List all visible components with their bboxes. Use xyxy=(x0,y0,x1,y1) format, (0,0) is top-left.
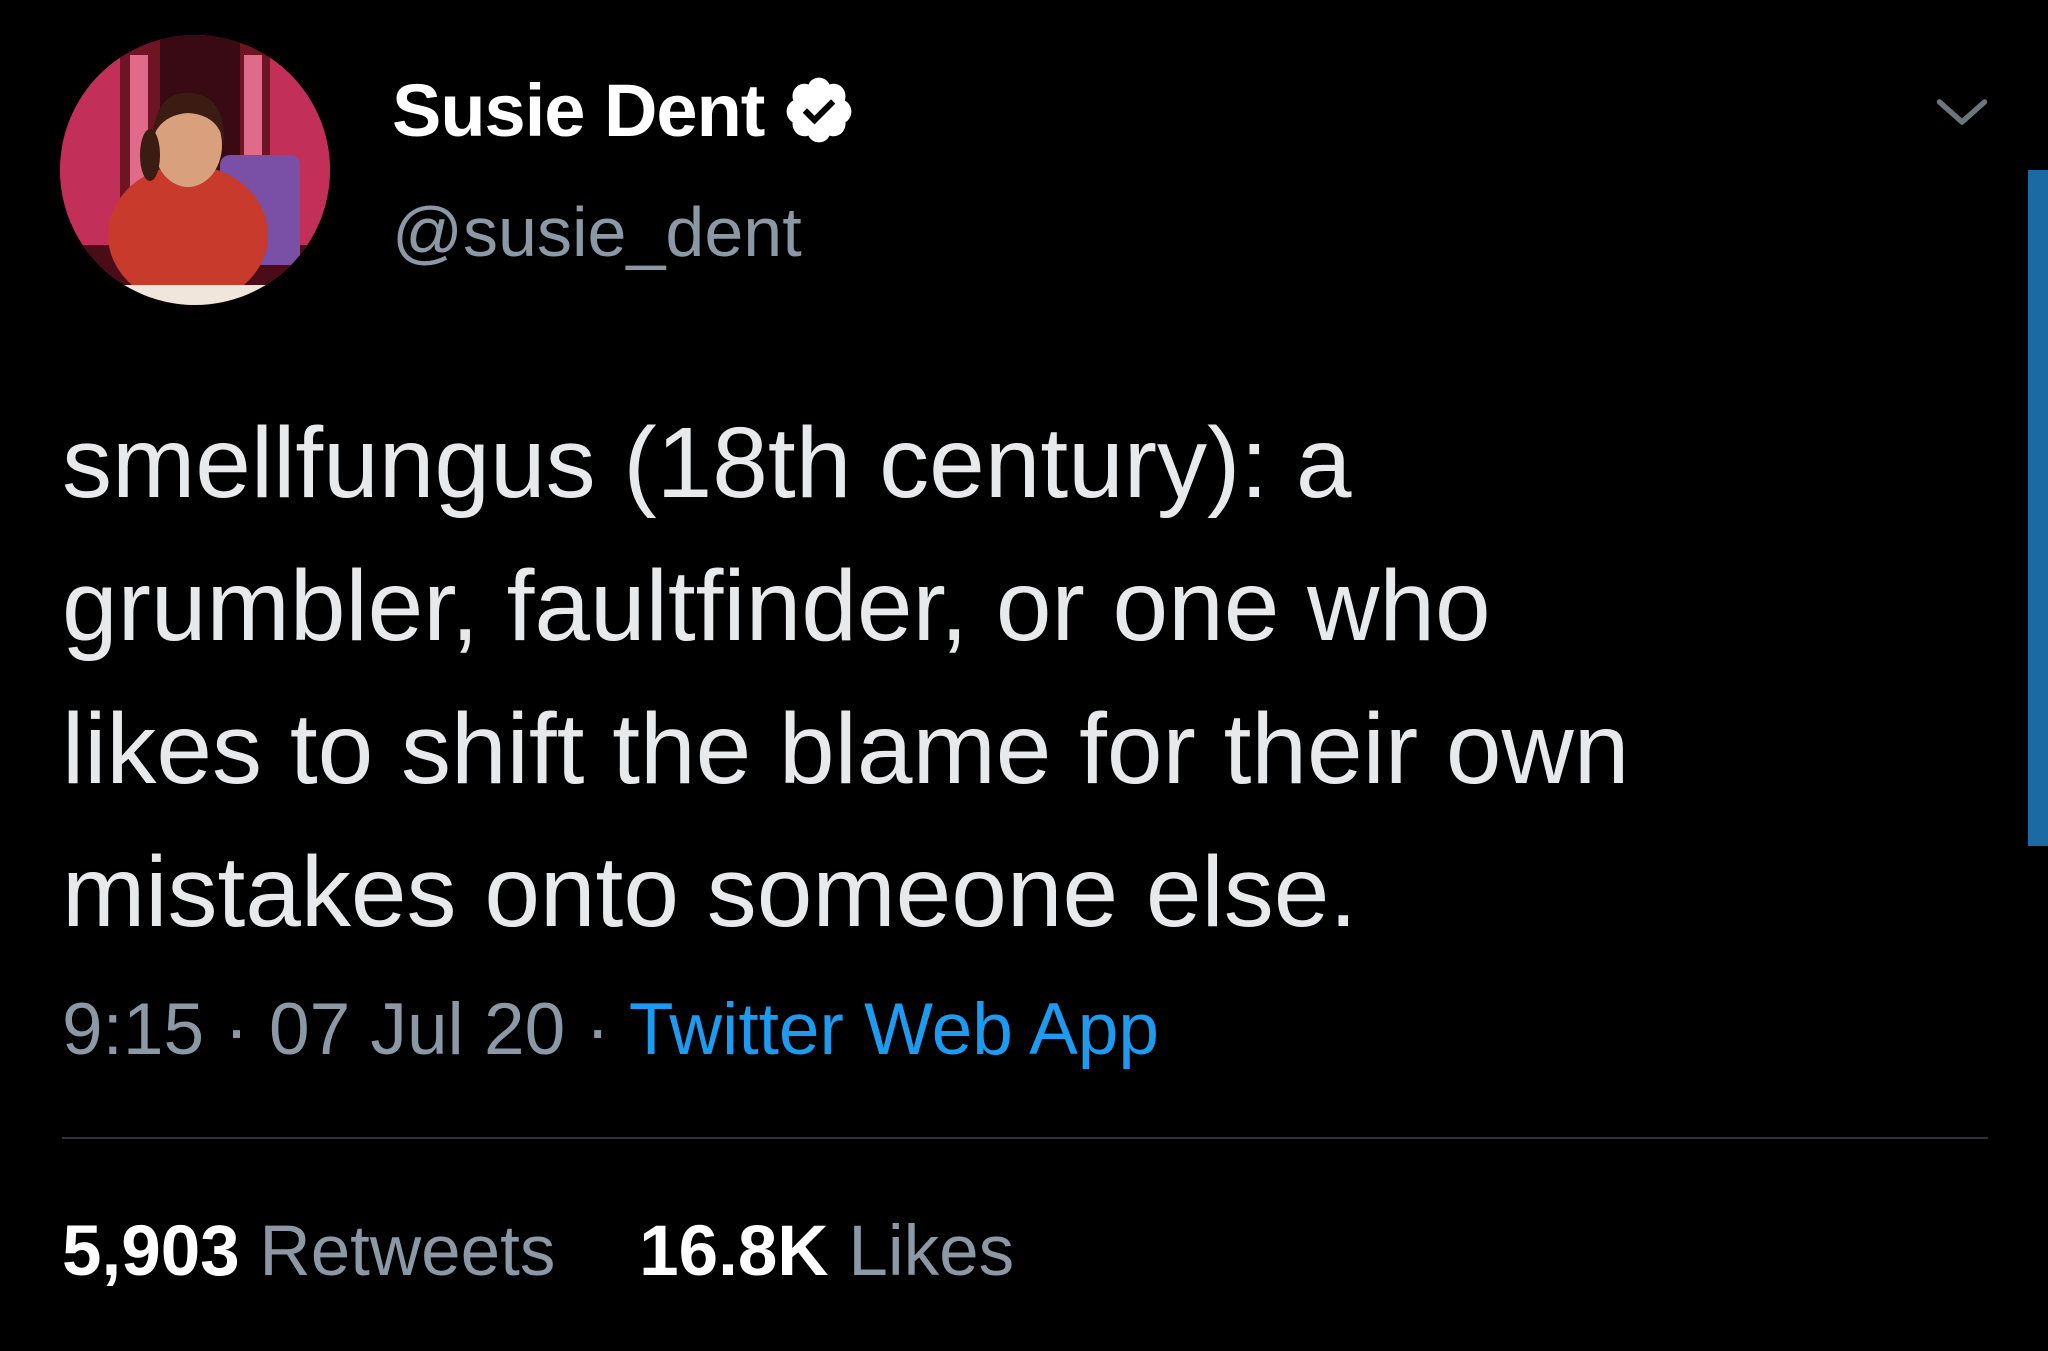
likes-count: 16.8K xyxy=(639,1212,829,1291)
retweets-stat[interactable]: 5,903 Retweets xyxy=(62,1202,555,1302)
avatar[interactable] xyxy=(60,35,330,305)
meta-separator: · xyxy=(204,989,269,1070)
tweet-meta: 9:15 · 07 Jul 20 · Twitter Web App xyxy=(62,980,1159,1080)
display-name[interactable]: Susie Dent xyxy=(392,68,765,153)
tweet-text-line: likes to shift the blame for their own xyxy=(62,693,1630,805)
retweets-count: 5,903 xyxy=(62,1212,240,1291)
tweet-detail: Susie Dent @susie_dent smellfungus (18th… xyxy=(0,0,2048,1351)
verified-badge-icon xyxy=(787,77,852,143)
tweet-text-line: smellfungus (18th century): a xyxy=(62,407,1352,519)
retweets-label: Retweets xyxy=(259,1212,556,1291)
divider xyxy=(62,1137,1988,1139)
tweet-text: smellfungus (18th century): a grumbler, … xyxy=(62,392,1962,964)
tweet-date[interactable]: 07 Jul 20 xyxy=(269,989,565,1070)
tweet-text-line: mistakes onto someone else. xyxy=(62,836,1358,948)
tweet-source-link[interactable]: Twitter Web App xyxy=(629,989,1159,1070)
avatar-photo xyxy=(60,35,330,305)
meta-separator: · xyxy=(565,989,629,1070)
tweet-stats: 5,903 Retweets 16.8K Likes xyxy=(62,1202,1014,1302)
likes-stat[interactable]: 16.8K Likes xyxy=(639,1202,1014,1302)
author-handle[interactable]: @susie_dent xyxy=(392,192,802,272)
tweet-time[interactable]: 9:15 xyxy=(62,989,204,1070)
chevron-down-icon[interactable] xyxy=(1932,82,1992,142)
author-name-row: Susie Dent xyxy=(392,68,856,152)
likes-label: Likes xyxy=(848,1212,1015,1291)
tweet-text-line: grumbler, faultfinder, or one who xyxy=(62,550,1491,662)
scrollbar[interactable] xyxy=(2028,170,2048,846)
